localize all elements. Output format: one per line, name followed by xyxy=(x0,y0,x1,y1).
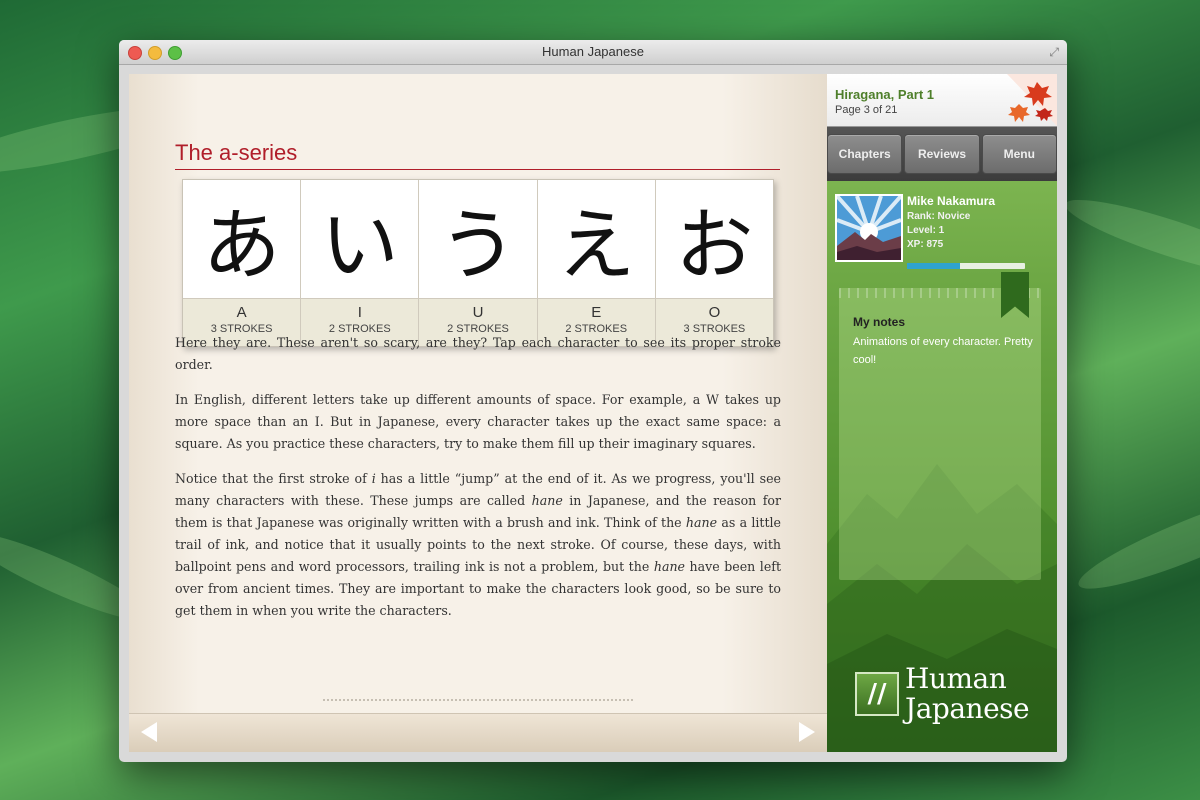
kana-character[interactable]: う xyxy=(419,180,537,299)
notes-title: My notes xyxy=(853,315,906,329)
kana-character[interactable]: え xyxy=(537,180,655,299)
window-title: Human Japanese xyxy=(542,44,644,59)
page-indicator: Page 3 of 21 xyxy=(835,104,898,116)
notes-text[interactable]: Animations of every character. Pretty co… xyxy=(853,333,1035,369)
xp-progress-fill xyxy=(907,263,961,269)
sidebar: Hiragana, Part 1 Page 3 of 21 Chapters R… xyxy=(827,74,1057,752)
fullscreen-icon[interactable]: ⤢ xyxy=(1049,45,1059,60)
brand-logo: // Human Japanese xyxy=(855,660,1045,725)
menu-button[interactable]: Menu xyxy=(981,134,1057,174)
brand-name-line1: Human xyxy=(905,662,1007,695)
user-profile: Mike Nakamura Rank: Novice Level: 1 XP: … xyxy=(827,182,1057,272)
kana-romaji: U xyxy=(472,304,484,321)
maple-leaves-icon xyxy=(1007,74,1057,126)
prev-page-arrow-icon[interactable] xyxy=(141,722,157,742)
kana-romaji: O xyxy=(708,304,721,321)
kana-character[interactable]: い xyxy=(301,180,419,299)
user-rank: Rank: Novice xyxy=(907,211,971,222)
kana-table: あ A 3 STROKES い I 2 STROKES う U 2 STROKE… xyxy=(182,179,774,347)
lesson-title: The a-series xyxy=(175,140,780,170)
reviews-button[interactable]: Reviews xyxy=(904,134,980,174)
lesson-body: Here they are. These aren't so scary, ar… xyxy=(175,332,781,635)
page-divider xyxy=(323,699,633,701)
kana-card[interactable]: い I 2 STROKES xyxy=(301,180,420,346)
kana-card[interactable]: う U 2 STROKES xyxy=(419,180,538,346)
lesson-paragraph: Here they are. These aren't so scary, ar… xyxy=(175,335,781,372)
human-japanese-logo-icon: // xyxy=(855,672,899,716)
title-bar[interactable]: Human Japanese ⤢ xyxy=(119,40,1067,65)
kana-card[interactable]: え E 2 STROKES xyxy=(537,180,656,346)
kana-romaji: I xyxy=(357,304,362,321)
lesson-paragraph: Notice that the first stroke of i has a … xyxy=(175,471,782,618)
brand-name-line2: Japanese xyxy=(905,692,1030,725)
kana-card[interactable]: あ A 3 STROKES xyxy=(183,180,302,346)
background-grass xyxy=(1071,476,1200,604)
lesson-paragraph: In English, different letters take up di… xyxy=(175,392,781,451)
next-page-arrow-icon[interactable] xyxy=(799,722,815,742)
kana-character[interactable]: お xyxy=(655,180,774,299)
user-name: Mike Nakamura xyxy=(907,194,996,208)
kana-card[interactable]: お O 3 STROKES xyxy=(655,180,774,346)
avatar[interactable] xyxy=(835,194,903,262)
user-xp: XP: 875 xyxy=(907,239,944,250)
chapters-button[interactable]: Chapters xyxy=(827,134,903,174)
sidebar-toolbar: Chapters Reviews Menu xyxy=(827,127,1057,181)
page-navigation-bar xyxy=(129,713,827,752)
app-window: Human Japanese ⤢ The a-series あ A 3 STRO… xyxy=(119,40,1067,762)
bookmark-icon xyxy=(1001,272,1029,318)
user-level: Level: 1 xyxy=(907,225,945,236)
chapter-header: Hiragana, Part 1 Page 3 of 21 xyxy=(827,74,1057,127)
content-frame: The a-series あ A 3 STROKES い I 2 STROKES xyxy=(129,74,1057,752)
kana-romaji: E xyxy=(591,304,602,321)
avatar-mountain-icon xyxy=(837,196,901,260)
book-page: The a-series あ A 3 STROKES い I 2 STROKES xyxy=(129,74,827,752)
background-grass xyxy=(1059,186,1200,290)
kana-character[interactable]: あ xyxy=(183,180,301,299)
notes-panel[interactable]: My notes Animations of every character. … xyxy=(839,272,1041,580)
chapter-name: Hiragana, Part 1 xyxy=(835,87,934,102)
xp-progress-bar xyxy=(907,263,1025,269)
kana-romaji: A xyxy=(236,304,247,321)
